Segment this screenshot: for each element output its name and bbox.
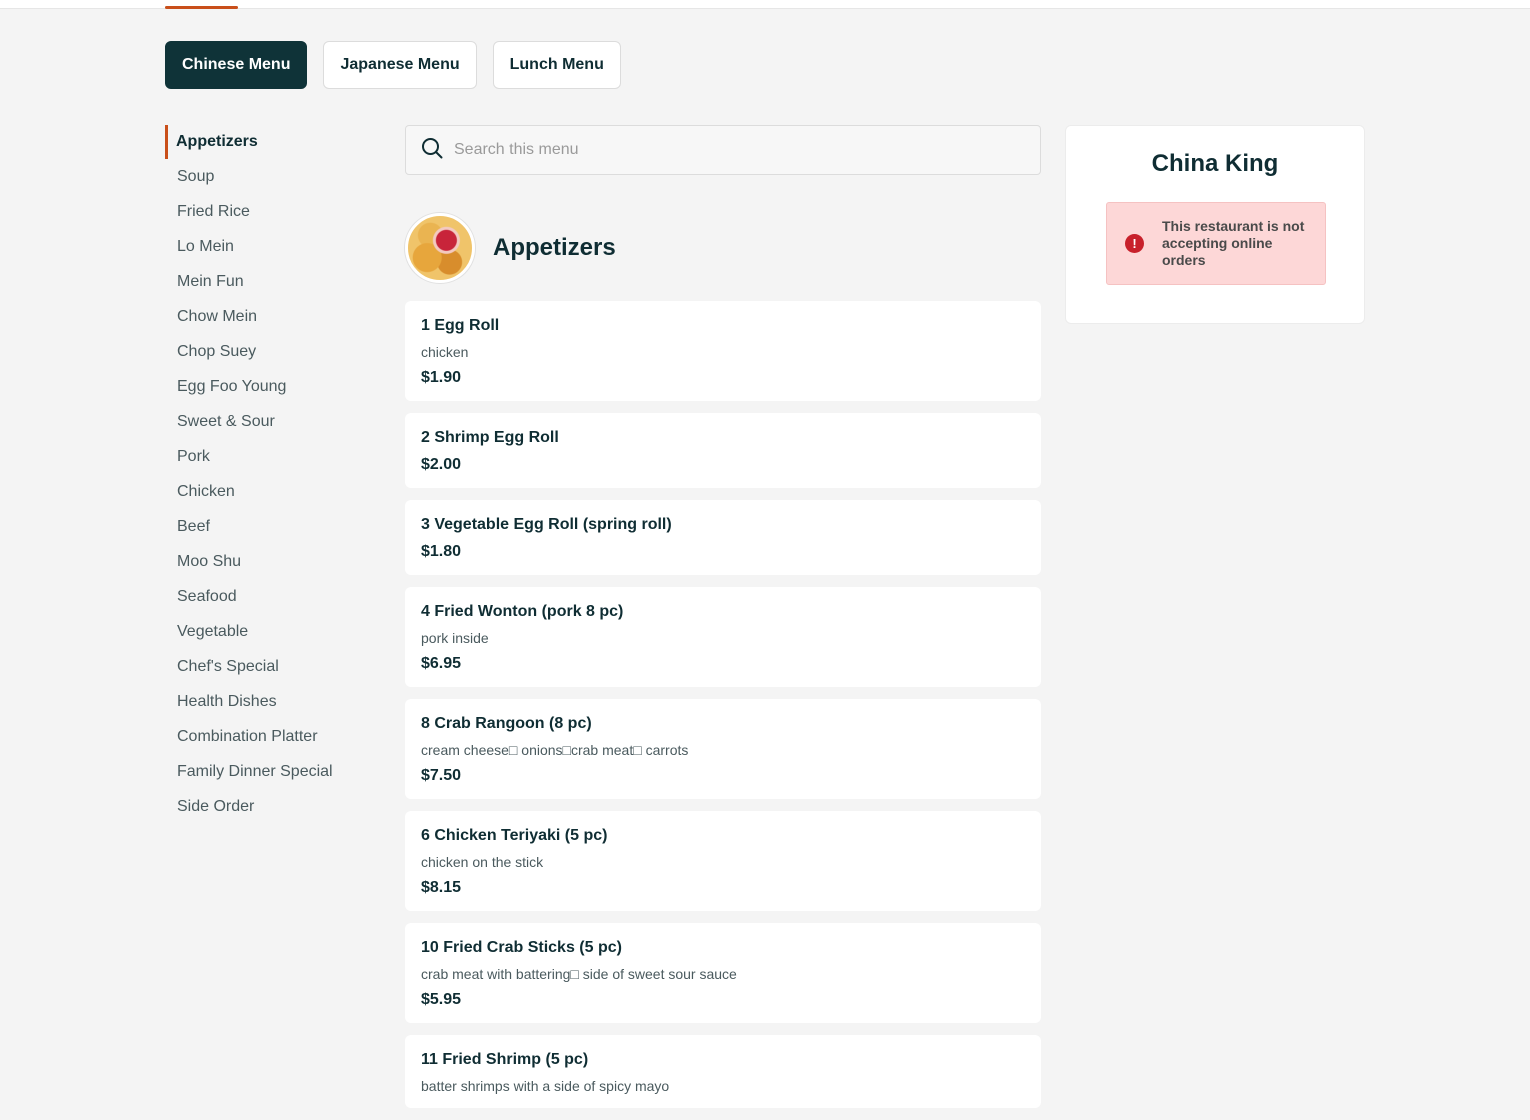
menu-item-card[interactable]: 3 Vegetable Egg Roll (spring roll) $1.80 (405, 500, 1041, 575)
top-navigation-bar (0, 0, 1530, 9)
item-description: chicken (421, 344, 469, 360)
category-sidebar: Appetizers Soup Fried Rice Lo Mein Mein Fun C… (165, 125, 385, 824)
ordering-alert: ! This restaurant is not accepting onlin… (1106, 202, 1326, 285)
item-price: $6.95 (421, 655, 462, 672)
sidebar-item-sweet-sour[interactable]: Sweet & Sour (165, 404, 385, 439)
active-nav-indicator (165, 6, 238, 9)
search-icon (420, 136, 444, 165)
item-price: $7.50 (421, 767, 462, 784)
sidebar-item-health-dishes[interactable]: Health Dishes (165, 684, 385, 719)
sidebar-item-vegetable[interactable]: Vegetable (165, 614, 385, 649)
search-input[interactable] (454, 141, 1014, 159)
sidebar-item-chef-s-special[interactable]: Chef's Special (165, 649, 385, 684)
sidebar-item-fried-rice[interactable]: Fried Rice (165, 194, 385, 229)
item-name: 6 Chicken Teriyaki (5 pc) (421, 827, 608, 844)
menu-item-card[interactable]: 2 Shrimp Egg Roll $2.00 (405, 413, 1041, 488)
error-icon: ! (1125, 234, 1144, 253)
menu-item-card[interactable]: 4 Fried Wonton (pork 8 pc) pork inside $6.… (405, 587, 1041, 687)
item-price: $2.00 (421, 456, 462, 473)
item-description: pork inside (421, 630, 489, 646)
sidebar-item-combination-platter[interactable]: Combination Platter (165, 719, 385, 754)
restaurant-name: China King (1151, 150, 1279, 177)
sidebar-item-chicken[interactable]: Chicken (165, 474, 385, 509)
item-price: $5.95 (421, 991, 462, 1008)
item-description: chicken on the stick (421, 854, 544, 870)
item-price: $8.15 (421, 879, 462, 896)
menu-main: Appetizers 1 Egg Roll chicken $1.90 2 Shrim… (405, 125, 1041, 1120)
item-name: 11 Fried Shrimp (5 pc) (421, 1051, 589, 1068)
item-name: 10 Fried Crab Sticks (5 pc) (421, 939, 622, 956)
section-title: Appetizers (493, 234, 616, 261)
item-price: $1.80 (421, 543, 462, 560)
menu-tab-japanese-menu[interactable]: Japanese Menu (323, 41, 477, 89)
sidebar-item-chow-mein[interactable]: Chow Mein (165, 299, 385, 334)
restaurant-info-card: China King ! This restaurant is not acce… (1065, 125, 1365, 324)
sidebar-item-beef[interactable]: Beef (165, 509, 385, 544)
menu-items-list: 1 Egg Roll chicken $1.90 2 Shrimp Egg Roll $… (405, 301, 1041, 1108)
item-price: $1.90 (421, 369, 462, 386)
sidebar-item-family-dinner-special[interactable]: Family Dinner Special (165, 754, 385, 789)
menu-item-card[interactable]: 8 Crab Rangoon (8 pc) cream cheese□ onion… (405, 699, 1041, 799)
item-name: 8 Crab Rangoon (8 pc) (421, 715, 592, 732)
menu-tab-lunch-menu[interactable]: Lunch Menu (492, 41, 621, 89)
menu-item-card[interactable]: 11 Fried Shrimp (5 pc) batter shrimps wit… (405, 1035, 1041, 1108)
sidebar-item-soup[interactable]: Soup (165, 159, 385, 194)
sidebar-item-side-order[interactable]: Side Order (165, 789, 385, 824)
sidebar-item-appetizers[interactable]: Appetizers (165, 125, 385, 159)
menu-tab-chinese-menu[interactable]: Chinese Menu (165, 41, 308, 89)
sidebar-item-mein-fun[interactable]: Mein Fun (165, 264, 385, 299)
menu-tabs: Chinese Menu Japanese Menu Lunch Menu (165, 41, 621, 89)
sidebar-item-lo-mein[interactable]: Lo Mein (165, 229, 385, 264)
sidebar-item-egg-foo-young[interactable]: Egg Foo Young (165, 369, 385, 404)
item-name: 3 Vegetable Egg Roll (spring roll) (421, 516, 672, 533)
menu-item-card[interactable]: 10 Fried Crab Sticks (5 pc) crab meat wit… (405, 923, 1041, 1023)
alert-message: This restaurant is not accepting online … (1162, 218, 1305, 268)
sidebar-item-moo-shu[interactable]: Moo Shu (165, 544, 385, 579)
item-description: cream cheese□ onions□crab meat□ carrots (421, 742, 689, 758)
item-name: 2 Shrimp Egg Roll (421, 429, 559, 446)
sidebar-item-seafood[interactable]: Seafood (165, 579, 385, 614)
sidebar-item-pork[interactable]: Pork (165, 439, 385, 474)
search-bar[interactable] (405, 125, 1041, 175)
item-name: 4 Fried Wonton (pork 8 pc) (421, 603, 624, 620)
appetizers-thumbnail (405, 213, 475, 283)
item-name: 1 Egg Roll (421, 317, 500, 334)
menu-item-card[interactable]: 6 Chicken Teriyaki (5 pc) chicken on the … (405, 811, 1041, 911)
menu-item-card[interactable]: 1 Egg Roll chicken $1.90 (405, 301, 1041, 401)
sidebar-item-chop-suey[interactable]: Chop Suey (165, 334, 385, 369)
item-description: batter shrimps with a side of spicy mayo (421, 1078, 670, 1094)
section-header: Appetizers (405, 213, 1041, 283)
item-description: crab meat with battering□ side of sweet … (421, 966, 737, 982)
